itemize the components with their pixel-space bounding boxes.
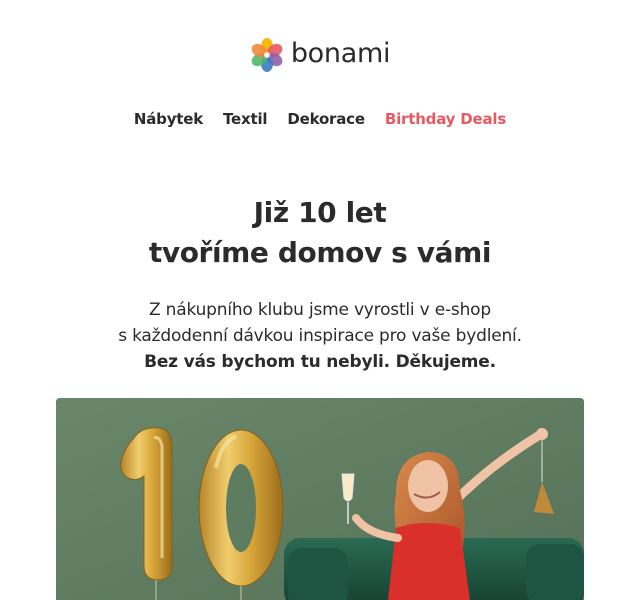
nav-item-dekorace[interactable]: Dekorace [287,110,365,128]
intro-line-1: Z nákupního klubu jsme vyrostli v e-shop [149,300,491,320]
intro-thanks: Bez vás bychom tu nebyli. Děkujeme. [144,352,496,372]
nav-item-nabytek[interactable]: Nábytek [134,110,203,128]
intro-line-2: s každodenní dávkou inspirace pro vaše b… [118,326,522,346]
intro-text: Z nákupního klubu jsme vyrostli v e-shop… [0,297,640,375]
headline: Již 10 let tvoříme domov s vámi [0,193,640,273]
brand-name: bonami [290,37,391,69]
nav-item-birthday-deals[interactable]: Birthday Deals [385,110,506,128]
email-page: bonami Nábytek Textil Dekorace Birthday … [0,0,640,600]
hero-illustration [56,398,584,600]
bonami-flower-logo-icon [251,38,283,72]
nav-item-textil[interactable]: Textil [223,110,268,128]
hero-image[interactable] [56,398,584,600]
headline-line-1: Již 10 let [253,196,387,229]
brand-logo[interactable]: bonami [0,38,640,72]
headline-line-2: tvoříme domov s vámi [148,236,492,269]
main-nav: Nábytek Textil Dekorace Birthday Deals [0,110,640,128]
